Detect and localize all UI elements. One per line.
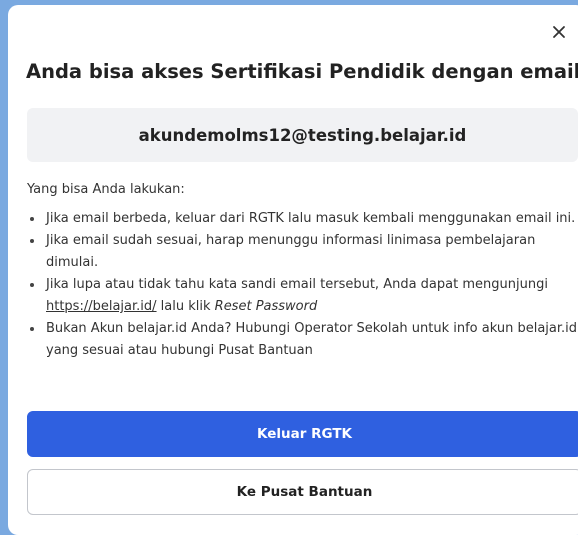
help-center-button[interactable]: Ke Pusat Bantuan bbox=[27, 469, 578, 515]
list-item: Jika email berbeda, keluar dari RGTK lal… bbox=[27, 208, 578, 230]
list-item-text: Jika lupa atau tidak tahu kata sandi ema… bbox=[46, 277, 548, 292]
close-button[interactable] bbox=[548, 21, 570, 43]
list-item: Jika email sudah sesuai, harap menunggu … bbox=[27, 230, 578, 274]
reset-password-text: Reset Password bbox=[214, 299, 318, 314]
list-item: Bukan Akun belajar.id Anda? Hubungi Oper… bbox=[27, 318, 578, 362]
instructions-list: Jika email berbeda, keluar dari RGTK lal… bbox=[27, 208, 578, 362]
list-item-text: lalu klik bbox=[156, 299, 215, 314]
list-item: Jika lupa atau tidak tahu kata sandi ema… bbox=[27, 274, 578, 318]
dialog-title: Anda bisa akses Sertifikasi Pendidik den… bbox=[26, 60, 578, 83]
dialog: Anda bisa akses Sertifikasi Pendidik den… bbox=[8, 5, 578, 535]
email-display: akundemolms12@testing.belajar.id bbox=[27, 108, 578, 162]
instructions-heading: Yang bisa Anda lakukan: bbox=[27, 182, 185, 197]
logout-button[interactable]: Keluar RGTK bbox=[27, 411, 578, 457]
belajar-id-link[interactable]: https://belajar.id/ bbox=[46, 299, 157, 314]
close-icon bbox=[553, 26, 565, 38]
